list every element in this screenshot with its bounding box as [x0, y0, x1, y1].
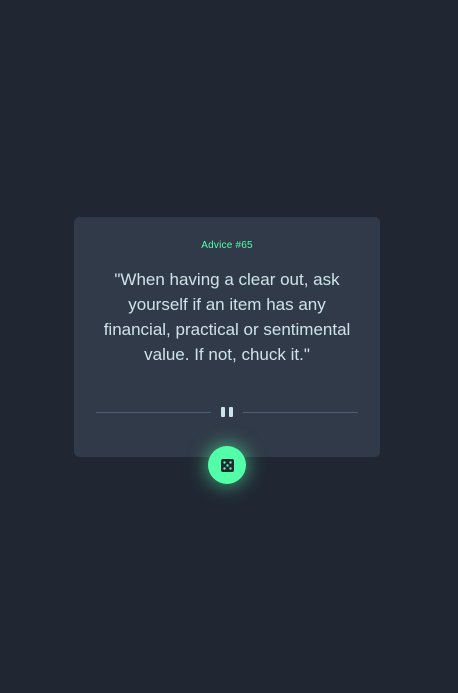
pause-icon [221, 407, 233, 417]
divider-line-left [96, 412, 211, 413]
advice-quote: "When having a clear out, ask yourself i… [103, 270, 351, 364]
page: Advice #65 "When having a clear out, ask… [0, 0, 458, 693]
divider-line-right [243, 412, 358, 413]
advice-id-label: Advice #65 [201, 240, 253, 251]
dice-icon [220, 458, 234, 472]
divider [96, 406, 358, 418]
advice-card: Advice #65 "When having a clear out, ask… [74, 217, 380, 457]
new-advice-button[interactable] [208, 446, 246, 484]
